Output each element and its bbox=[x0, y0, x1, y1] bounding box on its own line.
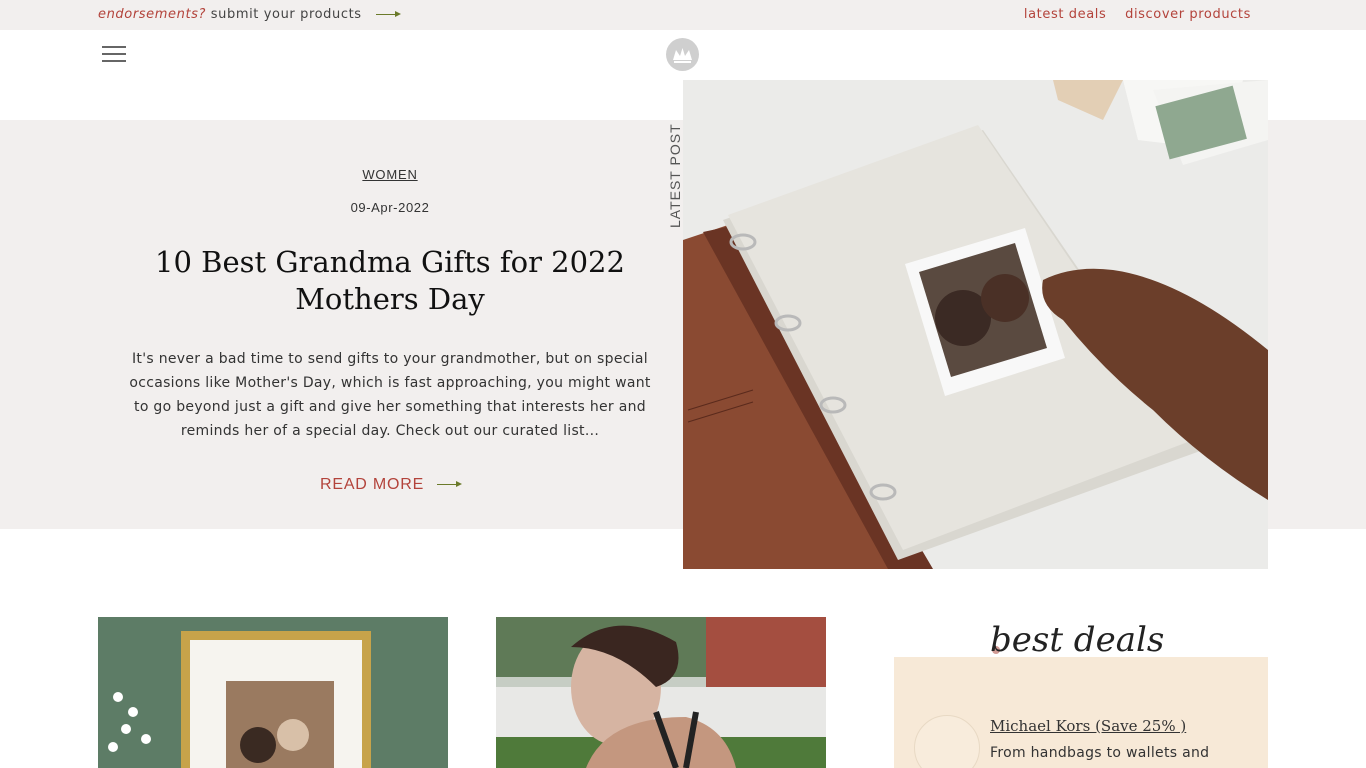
menu-icon[interactable] bbox=[102, 44, 126, 64]
post-card-image[interactable] bbox=[98, 617, 448, 768]
latest-post-label: LATEST POST bbox=[667, 123, 683, 228]
arrow-right-icon bbox=[437, 480, 463, 490]
discover-products-link[interactable]: discover products bbox=[1125, 7, 1251, 22]
read-more-label: READ MORE bbox=[320, 476, 425, 493]
deal-description: From handbags to wallets and bbox=[990, 745, 1210, 761]
crown-logo-icon[interactable] bbox=[666, 38, 699, 71]
deal-title-link[interactable]: Michael Kors (Save 25% ) bbox=[990, 717, 1186, 735]
submit-products-link[interactable]: endorsements? submit your products bbox=[98, 7, 402, 22]
promo-emphasis: endorsements? bbox=[98, 7, 207, 22]
post-title[interactable]: 10 Best Grandma Gifts for 2022 Mothers D… bbox=[120, 244, 660, 318]
arrow-right-icon bbox=[376, 10, 402, 20]
read-more-button[interactable]: READ MORE bbox=[320, 476, 463, 494]
deals-heading: best deals bbox=[990, 620, 1165, 660]
deal-logo bbox=[914, 715, 980, 768]
promo-text: submit your products bbox=[210, 7, 362, 22]
post-card-image[interactable] bbox=[496, 617, 826, 768]
category-link[interactable]: WOMEN bbox=[120, 167, 660, 182]
top-links: latest deals discover products bbox=[1010, 7, 1251, 22]
hero-image[interactable] bbox=[683, 80, 1268, 569]
latest-deals-link[interactable]: latest deals bbox=[1024, 7, 1106, 22]
post-date: 09-Apr-2022 bbox=[350, 200, 430, 215]
deals-box: Michael Kors (Save 25% ) From handbags t… bbox=[894, 657, 1268, 768]
post-excerpt: It's never a bad time to send gifts to y… bbox=[129, 351, 651, 439]
top-bar: endorsements? submit your products lates… bbox=[0, 0, 1366, 30]
